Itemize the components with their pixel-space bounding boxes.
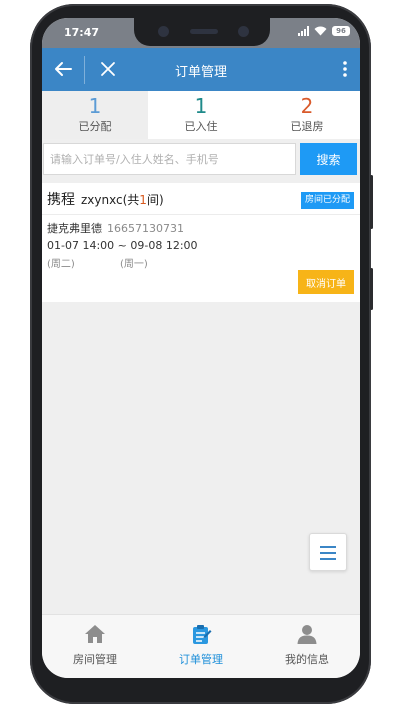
room-count-suffix: 间) [146, 193, 164, 207]
room-count: 1 [139, 193, 147, 207]
room-count-prefix: (共 [122, 193, 140, 207]
nav-order-management[interactable]: 订单管理 [148, 615, 254, 678]
bottom-navigation: 房间管理 订单管理 我的信息 [42, 614, 360, 678]
card-divider [42, 214, 360, 215]
search-bar: 搜索 [42, 141, 360, 177]
order-header: 携程 zxynxc(共1间) [47, 189, 164, 209]
status-bar: 17:47 96 [42, 18, 360, 48]
signal-icon [298, 26, 309, 36]
earpiece-speaker [190, 29, 218, 34]
status-icons: 96 [298, 26, 350, 36]
front-camera-icon [158, 26, 169, 37]
clipboard-icon [193, 625, 212, 644]
checkin-weekday: (周二) [47, 259, 75, 270]
page-title: 订单管理 [174, 65, 227, 80]
order-source: 携程 [47, 192, 75, 208]
status-badge: 房间已分配 [300, 192, 354, 209]
phone-side-button-volume [370, 175, 373, 229]
nav-my-info[interactable]: 我的信息 [254, 615, 360, 678]
checkout-weekday: (周一) [120, 259, 148, 270]
app-header: 订单管理 [42, 48, 360, 91]
menu-icon [320, 546, 336, 548]
tab-checked-in[interactable]: 1 已入住 [148, 91, 254, 139]
app-screen: 17:47 96 订单管理 1 已分配 1 已入住 2 已退房 请输入订单号/入… [42, 18, 360, 678]
room-name: zxynxc [81, 193, 123, 207]
camera-notch [134, 18, 270, 46]
wifi-icon [314, 26, 327, 36]
tab-label: 已分配 [78, 120, 112, 133]
tab-checked-out[interactable]: 2 已退房 [254, 91, 360, 139]
tab-assigned[interactable]: 1 已分配 [42, 91, 148, 139]
front-sensor-icon [238, 26, 249, 37]
search-button[interactable]: 搜索 [300, 143, 357, 175]
phone-side-button-power [370, 268, 373, 310]
stay-weekdays: (周二) (周一) [47, 255, 247, 270]
tab-count: 2 [300, 94, 314, 118]
nav-room-management[interactable]: 房间管理 [42, 615, 148, 678]
menu-icon-line [320, 552, 336, 554]
status-time: 17:47 [64, 26, 100, 39]
stay-dates: 01-07 14:00 ~ 09-08 12:00 [47, 239, 198, 252]
search-input[interactable] [43, 143, 296, 175]
guest-info: 捷克弗里德 16657130731 [47, 220, 184, 236]
nav-label: 订单管理 [179, 653, 223, 666]
house-icon [85, 625, 105, 643]
tab-count: 1 [194, 94, 208, 118]
more-vertical-icon[interactable] [342, 60, 348, 78]
menu-fab-button[interactable] [309, 533, 347, 571]
tab-label: 已入住 [184, 120, 218, 133]
menu-icon-line [320, 558, 336, 560]
order-room-summary: zxynxc(共1间) [81, 191, 164, 208]
order-card[interactable]: 携程 zxynxc(共1间) 房间已分配 捷克弗里德 16657130731 01… [42, 183, 360, 302]
cancel-order-button[interactable]: 取消订单 [298, 270, 354, 294]
nav-label: 房间管理 [73, 653, 117, 666]
guest-phone: 16657130731 [107, 222, 184, 235]
nav-label: 我的信息 [285, 653, 329, 666]
guest-name: 捷克弗里德 [47, 222, 102, 235]
status-tabs: 1 已分配 1 已入住 2 已退房 [42, 91, 360, 139]
battery-icon: 96 [332, 26, 350, 36]
tab-label: 已退房 [290, 120, 324, 133]
tab-count: 1 [88, 94, 102, 118]
user-icon [297, 625, 317, 644]
